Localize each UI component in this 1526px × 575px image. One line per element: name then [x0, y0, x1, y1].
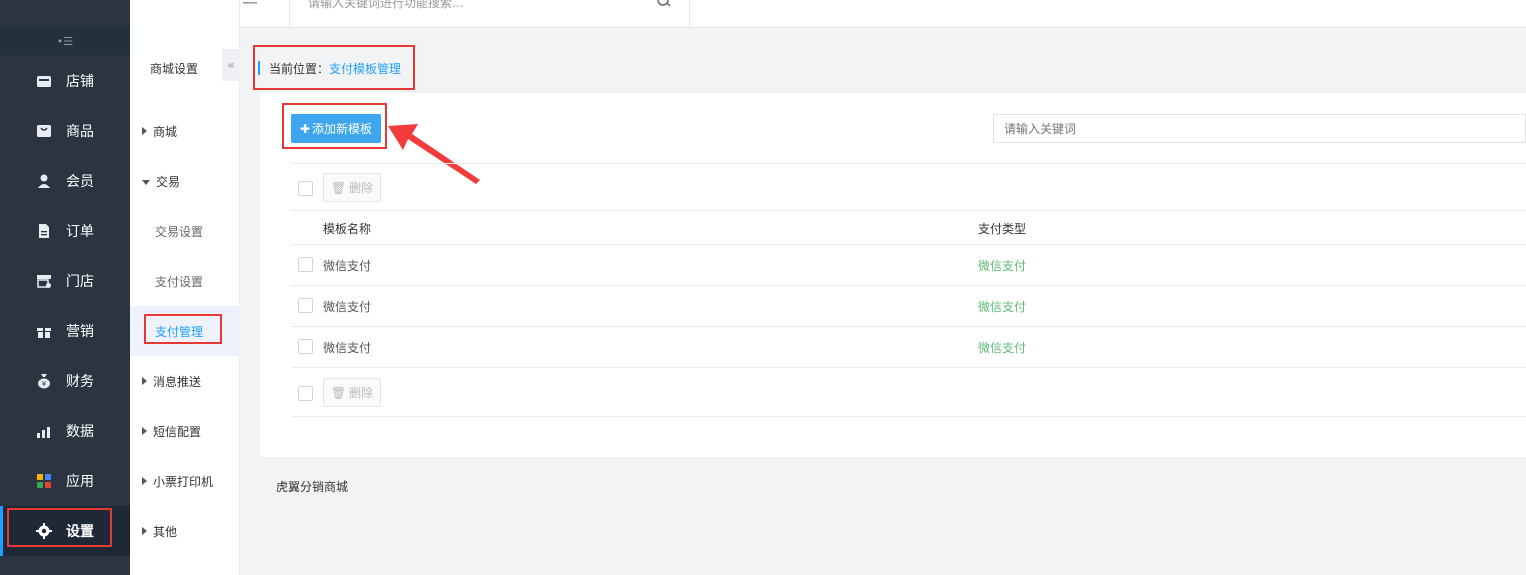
- row-template-name: 微信支付: [323, 259, 372, 273]
- row-checkbox[interactable]: [298, 298, 313, 313]
- keyword-search-input[interactable]: [993, 114, 1526, 143]
- divider: [291, 367, 1526, 368]
- column-header-name: 模板名称: [323, 222, 372, 236]
- divider: [291, 163, 1526, 164]
- select-all-checkbox-bottom[interactable]: [298, 386, 313, 401]
- divider: [291, 210, 1526, 211]
- row-checkbox[interactable]: [298, 339, 313, 354]
- footer-brand: 虎翼分销商城: [276, 480, 349, 494]
- row-template-name: 微信支付: [323, 341, 372, 355]
- divider: [291, 285, 1526, 286]
- row-pay-type: 微信支付: [978, 259, 1027, 273]
- delete-label: 删除: [349, 181, 374, 195]
- column-header-type: 支付类型: [978, 222, 1027, 236]
- delete-label: 删除: [349, 386, 374, 400]
- annotation-arrow: [388, 124, 480, 184]
- row-template-name: 微信支付: [323, 300, 372, 314]
- select-all-checkbox-top[interactable]: [298, 181, 313, 196]
- row-pay-type: 微信支付: [978, 300, 1027, 314]
- divider: [291, 416, 1526, 417]
- row-pay-type: 微信支付: [978, 341, 1027, 355]
- divider: [291, 244, 1526, 245]
- trash-icon: 🗑: [330, 385, 347, 400]
- delete-button-bottom[interactable]: 🗑 删除: [323, 378, 381, 407]
- trash-icon: 🗑: [330, 180, 347, 195]
- row-checkbox[interactable]: [298, 257, 313, 272]
- divider: [291, 326, 1526, 327]
- delete-button-top[interactable]: 🗑 删除: [323, 173, 381, 202]
